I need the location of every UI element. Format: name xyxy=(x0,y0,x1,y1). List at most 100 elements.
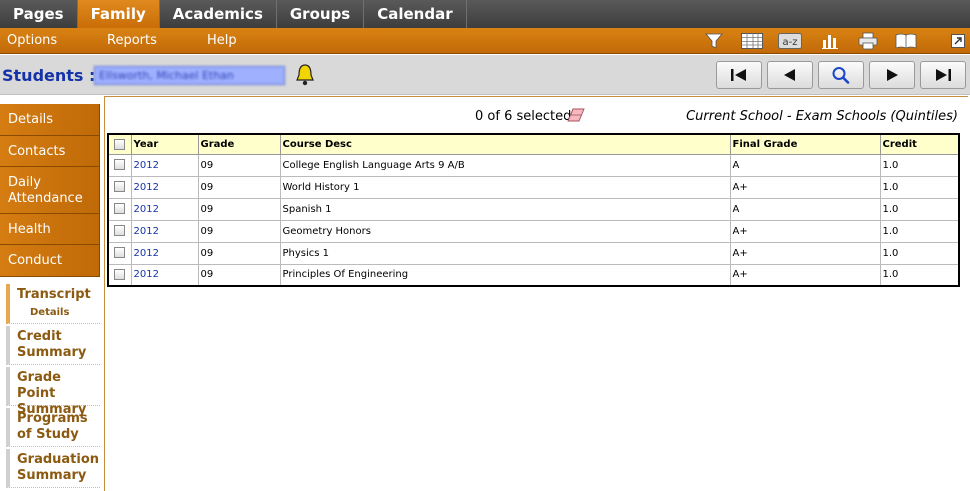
year-link[interactable]: 2012 xyxy=(131,242,199,265)
grade-cell: 09 xyxy=(198,198,281,221)
credit-cell: 1.0 xyxy=(880,242,960,265)
row-checkbox-cell xyxy=(108,220,132,243)
top-navigation: Pages Family Academics Groups Calendar xyxy=(0,0,970,28)
column-credit[interactable]: Credit xyxy=(880,134,960,155)
book-icon[interactable] xyxy=(894,31,918,51)
side-tab-health[interactable]: Health xyxy=(0,214,100,245)
side-sub-transcript[interactable]: Transcript Details xyxy=(6,284,100,324)
credit-cell: 1.0 xyxy=(880,264,960,287)
final-grade-cell: A xyxy=(730,154,881,177)
course-desc-cell: Principles Of Engineering xyxy=(280,264,731,287)
topnav-calendar[interactable]: Calendar xyxy=(364,0,467,28)
student-name-link[interactable]: Ellsworth, Michael Ethan xyxy=(94,66,285,85)
table-row: 2012 09 Spanish 1 A 1.0 xyxy=(108,198,960,221)
year-link[interactable]: 2012 xyxy=(131,220,199,243)
year-link[interactable]: 2012 xyxy=(131,154,199,177)
table-row: 2012 09 College English Language Arts 9 … xyxy=(108,154,960,177)
column-grade[interactable]: Grade xyxy=(198,134,281,155)
side-tab-details[interactable]: Details xyxy=(0,104,100,136)
search-button[interactable] xyxy=(818,61,864,89)
course-desc-cell: College English Language Arts 9 A/B xyxy=(280,154,731,177)
grade-cell: 09 xyxy=(198,242,281,265)
next-record-button[interactable] xyxy=(869,61,915,89)
first-record-button[interactable] xyxy=(716,61,762,89)
side-tab-conduct[interactable]: Conduct xyxy=(0,245,100,277)
topnav-academics[interactable]: Academics xyxy=(160,0,277,28)
menu-options[interactable]: Options xyxy=(7,28,57,54)
grid-icon[interactable] xyxy=(740,31,764,51)
table-row: 2012 09 Geometry Honors A+ 1.0 xyxy=(108,220,960,243)
chart-icon[interactable] xyxy=(818,31,842,51)
search-icon xyxy=(832,67,850,84)
final-grade-cell: A+ xyxy=(730,176,881,199)
row-checkbox-cell xyxy=(108,242,132,265)
final-grade-cell: A xyxy=(730,198,881,221)
column-final-grade[interactable]: Final Grade xyxy=(730,134,881,155)
column-year[interactable]: Year xyxy=(131,134,199,155)
grade-cell: 09 xyxy=(198,154,281,177)
course-desc-cell: Spanish 1 xyxy=(280,198,731,221)
row-checkbox-cell xyxy=(108,176,132,199)
row-checkbox[interactable] xyxy=(114,225,125,237)
grade-cell: 09 xyxy=(198,176,281,199)
popout-icon[interactable] xyxy=(946,31,970,51)
year-link[interactable]: 2012 xyxy=(131,198,199,221)
sub-menu-bar: Options Reports Help a-z xyxy=(0,28,970,54)
selected-count: 0 of 6 selected xyxy=(475,109,572,124)
final-grade-cell: A+ xyxy=(730,264,881,287)
last-record-button[interactable] xyxy=(920,61,966,89)
main-panel: 0 of 6 selected Current School - Exam Sc… xyxy=(104,96,968,491)
record-header: Students :: Ellsworth, Michael Ethan xyxy=(0,55,970,95)
row-checkbox[interactable] xyxy=(114,181,125,193)
credit-cell: 1.0 xyxy=(880,154,960,177)
row-checkbox-cell xyxy=(108,264,132,287)
side-sub-credit-summary[interactable]: Credit Summary xyxy=(6,326,100,365)
table-row: 2012 09 Physics 1 A+ 1.0 xyxy=(108,242,960,265)
table-row: 2012 09 Principles Of Engineering A+ 1.0 xyxy=(108,264,960,287)
select-all-cell xyxy=(108,134,132,155)
table-header-row: Year Grade Course Desc Final Grade Credi… xyxy=(108,134,960,155)
sort-az-icon[interactable]: a-z xyxy=(778,31,802,51)
transcript-details-link[interactable]: Details xyxy=(30,305,93,321)
filter-icon[interactable] xyxy=(702,31,726,51)
course-desc-cell: World History 1 xyxy=(280,176,731,199)
previous-record-button[interactable] xyxy=(767,61,813,89)
topnav-pages[interactable]: Pages xyxy=(0,0,78,28)
side-tab-daily-attendance[interactable]: Daily Attendance xyxy=(0,167,100,214)
grade-cell: 09 xyxy=(198,264,281,287)
side-tab-contacts[interactable]: Contacts xyxy=(0,136,100,167)
column-course-desc[interactable]: Course Desc xyxy=(280,134,731,155)
credit-cell: 1.0 xyxy=(880,198,960,221)
row-checkbox-cell xyxy=(108,198,132,221)
side-sub-grade-point-summary[interactable]: Grade Point Summary xyxy=(6,367,100,417)
topnav-groups[interactable]: Groups xyxy=(277,0,365,28)
course-desc-cell: Physics 1 xyxy=(280,242,731,265)
table-row: 2012 09 World History 1 A+ 1.0 xyxy=(108,176,960,199)
credit-cell: 1.0 xyxy=(880,176,960,199)
transcript-table: Year Grade Course Desc Final Grade Credi… xyxy=(107,133,960,287)
eraser-icon[interactable] xyxy=(567,107,585,122)
menu-help[interactable]: Help xyxy=(207,28,237,54)
sort-az-label: a-z xyxy=(783,37,798,48)
side-sub-graduation-summary[interactable]: Graduation Summary xyxy=(6,449,100,488)
row-checkbox[interactable] xyxy=(114,269,125,280)
grade-cell: 09 xyxy=(198,220,281,243)
row-checkbox[interactable] xyxy=(114,203,125,215)
transcript-label: Transcript xyxy=(17,287,91,302)
credit-cell: 1.0 xyxy=(880,220,960,243)
school-context: Current School - Exam Schools (Quintiles… xyxy=(686,109,958,124)
row-checkbox-cell xyxy=(108,154,132,177)
bell-icon[interactable] xyxy=(294,63,316,87)
topnav-family[interactable]: Family xyxy=(77,0,160,28)
row-checkbox[interactable] xyxy=(114,247,125,259)
row-checkbox[interactable] xyxy=(114,159,125,171)
side-sub-programs-of-study[interactable]: Programs of Study xyxy=(6,408,100,447)
select-all-checkbox[interactable] xyxy=(114,138,125,150)
final-grade-cell: A+ xyxy=(730,242,881,265)
menu-reports[interactable]: Reports xyxy=(107,28,157,54)
course-desc-cell: Geometry Honors xyxy=(280,220,731,243)
print-icon[interactable] xyxy=(856,31,880,51)
year-link[interactable]: 2012 xyxy=(131,264,199,287)
students-label[interactable]: Students :: xyxy=(2,66,102,85)
year-link[interactable]: 2012 xyxy=(131,176,199,199)
